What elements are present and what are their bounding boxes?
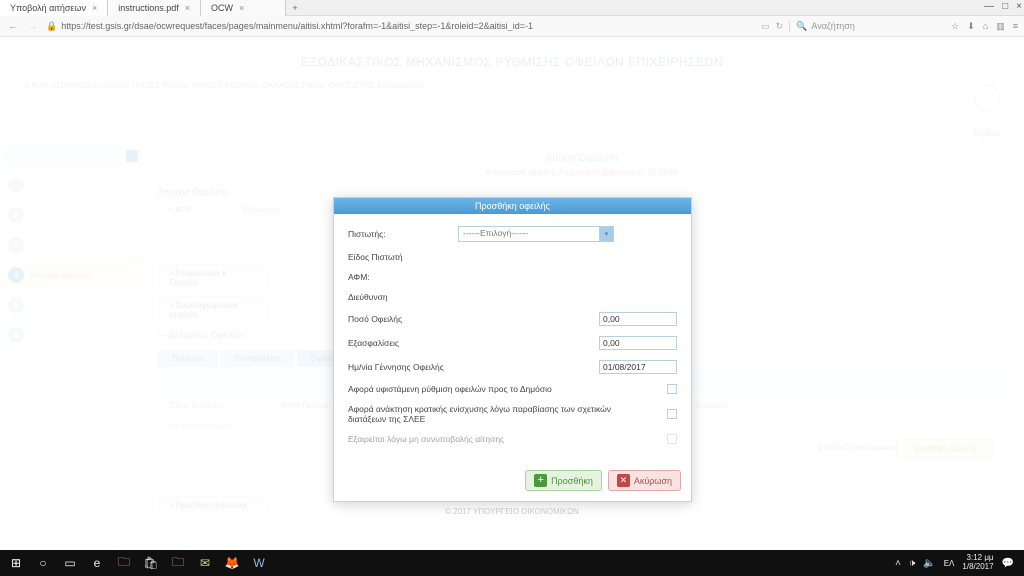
explorer2-icon[interactable]: 🗀 [166, 552, 190, 574]
chk-excluded [667, 434, 677, 444]
url-text: https://test.gsis.gr/dsae/ocwrequest/fac… [61, 21, 533, 31]
tab-1[interactable]: Υποβολή αιτήσεων × [0, 0, 108, 16]
tray-network-icon[interactable]: 🕩 [909, 558, 915, 569]
step-6[interactable]: 6 [2, 321, 142, 349]
step-2[interactable]: 2 [2, 201, 142, 229]
tray-chevron-icon[interactable]: ˄ [895, 558, 901, 569]
breadcrumb: Α.Φ.Μ. 011068525 Επώνυμο: ΓΑΣ183 Φορέας:… [0, 77, 1024, 94]
add-debt-button[interactable]: Προσθήκη Οφειλής [896, 439, 994, 458]
gendate-input[interactable] [599, 360, 677, 374]
tray-lang[interactable]: ΕΛ [944, 559, 955, 568]
chk-public-debt[interactable] [667, 384, 677, 394]
step-1[interactable] [2, 171, 142, 199]
plus-icon [534, 474, 547, 487]
tab-2-close-icon[interactable]: × [185, 3, 190, 13]
home-icon[interactable]: ⌂ [983, 21, 988, 32]
modal-cancel-button[interactable]: Ακύρωση [608, 470, 681, 491]
browser-tabstrip: Υποβολή αιτήσεων × instructions.pdf × OCW ×… [0, 0, 1024, 16]
step-5[interactable]: 5 [2, 291, 142, 319]
cortana-icon[interactable]: ○ [31, 552, 55, 574]
nav-back-icon[interactable]: ← [6, 21, 20, 31]
gov-logo [974, 85, 1000, 111]
menu-icon[interactable]: ≡ [1013, 21, 1018, 32]
tab-3-close-icon[interactable]: × [239, 3, 244, 13]
windows-taskbar: ⊞ ○ ▭ e 🗀 🛍 🗀 ✉ 🦊 W ˄ 🕩 🔈 ΕΛ 3:12 μμ 1/8… [0, 550, 1024, 576]
window-close-icon[interactable]: × [1016, 1, 1022, 12]
panel-debtor: Στοιχεία Οφειλέτη [158, 187, 1006, 197]
system-tray: ˄ 🕩 🔈 ΕΛ 3:12 μμ 1/8/2017 💬 [895, 554, 1020, 572]
tab-1-title: Υποβολή αιτήσεων [10, 3, 86, 13]
lock-icon: 🔒 [46, 21, 57, 32]
accordion-contact[interactable]: + Επικοινωνία & Στοιχεία [158, 264, 268, 292]
lbl-amount: Ποσό Οφειλής [348, 314, 458, 324]
add-debt-modal: Προσθήκη οφειλής Πιστωτής: ------Επιλογή… [333, 197, 692, 502]
tab-3[interactable]: OCW × [201, 0, 286, 16]
modal-title: Προσθήκη οφειλής [334, 198, 691, 214]
chevron-down-icon[interactable]: ▾ [599, 227, 613, 241]
page-title: ΕΞΩΔΙΚΑΣΤΙΚΟΣ ΜΗΧΑΝΙΣΜΟΣ ΡΥΘΜΙΣΗΣ ΟΦΕΙΛΩ… [0, 37, 1024, 77]
modal-submit-label: Προσθήκη [551, 476, 593, 486]
tab-add-button[interactable]: + [286, 0, 304, 16]
lbl-gendate: Ημ/νία Γέννησης Οφειλής [348, 362, 458, 372]
tab-2-title: instructions.pdf [118, 3, 179, 13]
bookmark-icon[interactable]: ☆ [951, 21, 959, 32]
creditor-select-value: ------Επιλογή------ [463, 228, 528, 238]
tray-clock[interactable]: 3:12 μμ 1/8/2017 [962, 554, 993, 572]
tab-codebtors[interactable]: Συνοφειλέτες [220, 350, 294, 367]
store-icon[interactable]: 🛍 [139, 552, 163, 574]
search-icon: 🔍 [796, 21, 807, 32]
modal-submit-button[interactable]: Προσθήκη [525, 470, 602, 491]
reload-icon[interactable]: ↻ [776, 21, 784, 32]
lbl-chk1: Αφορά υφιστάμενη ρύθμιση οφειλών προς το… [348, 384, 588, 394]
page-footer: © 2017 ΥΠΟΥΡΓΕΙΟ ΟΙΚΟΝΟΜΙΚΩΝ [0, 507, 1024, 516]
accordion-extra[interactable]: + Συμπληρωματικά στοιχεία [158, 296, 268, 324]
lbl-creditor: Πιστωτής: [348, 229, 458, 239]
explorer-icon[interactable]: 🗀 [112, 552, 136, 574]
creditor-select[interactable]: ------Επιλογή------ ▾ [458, 226, 614, 242]
window-minimize-icon[interactable]: — [984, 1, 994, 12]
lbl-address: Διεύθυνση [348, 292, 458, 302]
lbl-afm: ΑΦΜ: [348, 272, 458, 282]
section-title: Αίτηση Οφειλέτη [158, 153, 1006, 164]
tray-notifications-icon[interactable]: 💬 [1002, 558, 1014, 569]
lbl-creditor-type: Είδος Πιστωτή [348, 252, 458, 262]
lbl-chk3: Εξαιρείται λόγω μη συνυποβολής αίτησης [348, 434, 588, 444]
firefox-icon[interactable]: 🦊 [220, 552, 244, 574]
tab-creditors[interactable]: Πιστωτές [158, 350, 218, 367]
lbl-security: Εξασφαλίσεις [348, 338, 458, 348]
step-3[interactable]: 3 [2, 231, 142, 259]
url-bar[interactable]: 🔒 https://test.gsis.gr/dsae/ocwrequest/f… [46, 21, 576, 32]
nav-forward-icon[interactable]: → [26, 21, 40, 31]
download-icon[interactable]: ⬇ [967, 21, 975, 32]
tab-1-close-icon[interactable]: × [92, 3, 97, 13]
mail-icon[interactable]: ✉ [193, 552, 217, 574]
logout-link[interactable]: Έξοδος [973, 129, 1000, 138]
taskview-icon[interactable]: ▭ [58, 552, 82, 574]
sidebar-icon[interactable]: ▥ [996, 21, 1005, 32]
tab-2[interactable]: instructions.pdf × [108, 0, 201, 16]
status-line: Κατάσταση αίτησης: Αναμονή επιβεβαίωσης … [158, 168, 1006, 177]
close-icon [617, 474, 630, 487]
modal-cancel-label: Ακύρωση [634, 476, 672, 486]
edge-icon[interactable]: e [85, 552, 109, 574]
search-placeholder: Αναζήτηση [811, 21, 854, 31]
lbl-chk2: Αφορά ανάκτηση κρατικής ενίσχυσης λόγω π… [348, 404, 636, 424]
step-4[interactable]: 4Στοιχεία οφειλών [2, 261, 142, 289]
chk-state-aid[interactable] [667, 409, 677, 419]
tab-3-title: OCW [211, 3, 233, 13]
reader-icon[interactable]: ▭ [761, 21, 770, 32]
search-box[interactable]: 🔍 Αναζήτηση [789, 21, 939, 32]
security-input[interactable] [599, 336, 677, 350]
start-button[interactable]: ⊞ [4, 552, 28, 574]
sidebar-search[interactable] [2, 147, 142, 165]
browser-toolbar: ← → 🔒 https://test.gsis.gr/dsae/ocwreque… [0, 16, 1024, 37]
amount-input[interactable] [599, 312, 677, 326]
window-maximize-icon[interactable]: □ [1002, 1, 1008, 12]
tray-date: 1/8/2017 [962, 563, 993, 572]
wizard-sidebar: 2 3 4Στοιχεία οφειλών 5 6 [2, 147, 142, 351]
tray-volume-icon[interactable]: 🔈 [923, 558, 935, 569]
word-icon[interactable]: W [247, 552, 271, 574]
